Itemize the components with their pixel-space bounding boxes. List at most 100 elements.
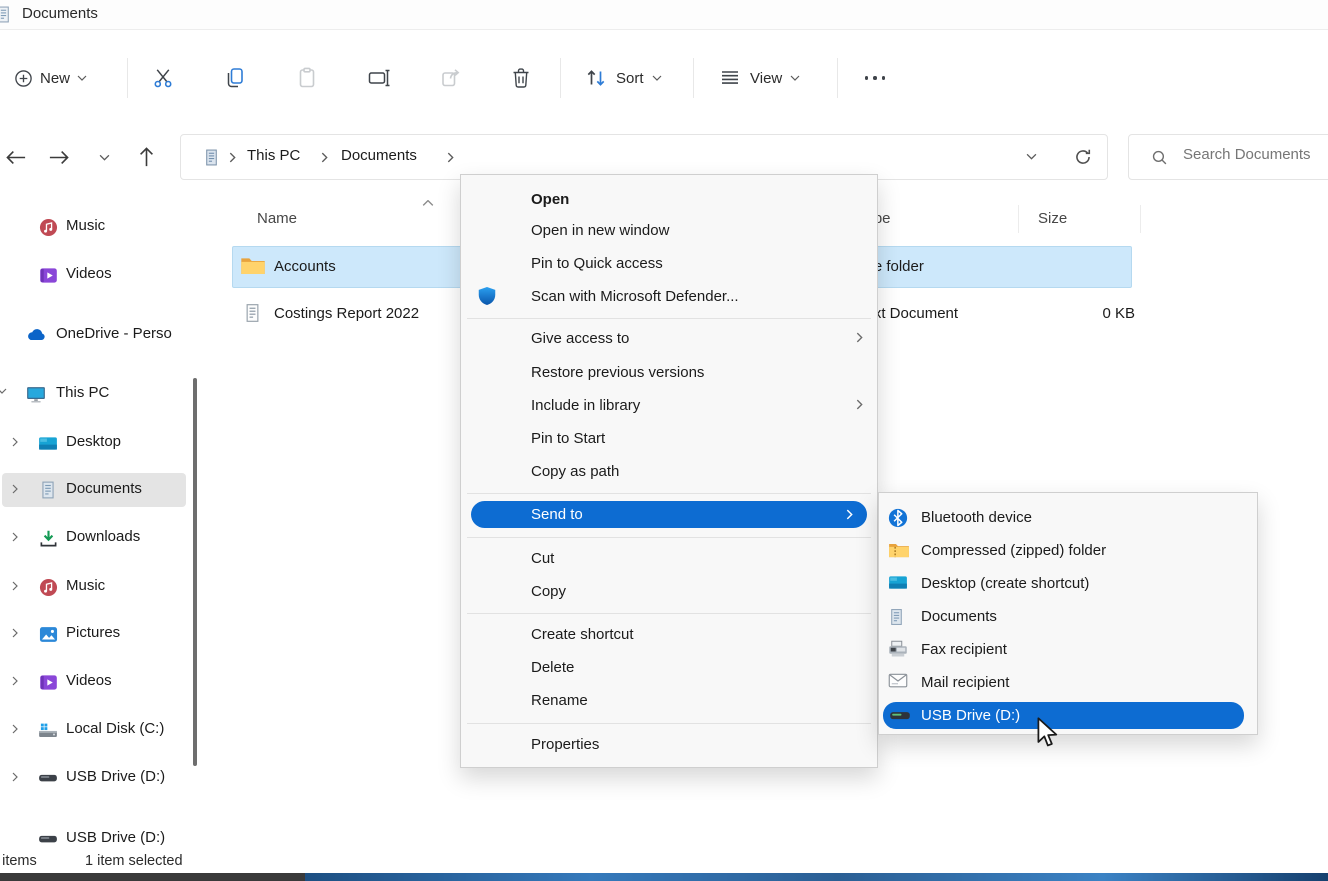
- menu-item-open[interactable]: Open: [461, 183, 877, 215]
- menu-item-label: Create shortcut: [531, 626, 634, 643]
- column-header-name[interactable]: Name: [257, 210, 297, 227]
- sidebar-item-pictures[interactable]: Pictures: [0, 617, 192, 651]
- menu-item-properties[interactable]: Properties: [461, 728, 877, 760]
- sort-button-label: Sort: [616, 70, 644, 87]
- sidebar-scrollbar[interactable]: [193, 378, 197, 766]
- onedrive-cloud-icon: [26, 325, 46, 345]
- sort-ascending-caret-icon[interactable]: [422, 200, 434, 206]
- cut-button[interactable]: [145, 60, 181, 96]
- menu-item-include-in-library[interactable]: Include in library: [461, 389, 877, 421]
- sidebar-item-music[interactable]: Music: [0, 570, 192, 604]
- forward-button[interactable]: [45, 143, 73, 171]
- submenu-item-compressed-folder[interactable]: Compressed (zipped) folder: [879, 534, 1257, 566]
- chevron-right-icon[interactable]: [12, 437, 18, 447]
- submenu-item-mail-recipient[interactable]: Mail recipient: [879, 666, 1257, 698]
- refresh-icon[interactable]: [1074, 148, 1092, 166]
- chevron-right-icon[interactable]: [447, 152, 454, 163]
- menu-separator: [467, 613, 871, 614]
- menu-item-pin-to-start[interactable]: Pin to Start: [461, 422, 877, 454]
- view-button[interactable]: View: [714, 60, 804, 96]
- copy-button[interactable]: [217, 60, 253, 96]
- breadcrumb-this-pc[interactable]: This PC: [247, 147, 300, 164]
- chevron-down-icon[interactable]: [0, 388, 7, 394]
- address-dropdown-chevron-icon[interactable]: [1026, 153, 1037, 160]
- menu-item-pin-to-quick-access[interactable]: Pin to Quick access: [461, 247, 877, 279]
- chevron-right-icon[interactable]: [12, 724, 18, 734]
- chevron-right-icon[interactable]: [12, 676, 18, 686]
- rename-button[interactable]: [361, 60, 397, 96]
- submenu-item-usb-drive-d[interactable]: USB Drive (D:): [883, 702, 1244, 729]
- chevron-right-icon[interactable]: [12, 581, 18, 591]
- up-button[interactable]: [132, 143, 160, 171]
- sidebar-item-label: Videos: [66, 672, 112, 689]
- chevron-right-icon[interactable]: [12, 532, 18, 542]
- sidebar-item-this-pc[interactable]: This PC: [0, 377, 192, 411]
- paste-button[interactable]: [289, 60, 325, 96]
- recent-locations-button[interactable]: [90, 143, 118, 171]
- new-button-label: New: [40, 70, 70, 87]
- text-document-icon: [243, 302, 262, 324]
- search-input[interactable]: [1181, 145, 1328, 164]
- chevron-right-icon[interactable]: [12, 484, 18, 494]
- menu-item-label: Give access to: [531, 330, 629, 347]
- column-divider[interactable]: [1018, 205, 1019, 233]
- sidebar-item-music-pinned[interactable]: Music: [0, 210, 192, 244]
- desktop-icon: [888, 574, 908, 594]
- sidebar-item-documents[interactable]: Documents: [0, 473, 192, 507]
- submenu-item-documents[interactable]: Documents: [879, 600, 1257, 632]
- menu-item-rename[interactable]: Rename: [461, 684, 877, 716]
- menu-item-cut[interactable]: Cut: [461, 542, 877, 574]
- menu-item-copy-as-path[interactable]: Copy as path: [461, 455, 877, 487]
- usb-drive-icon: [889, 706, 909, 726]
- column-divider[interactable]: [1140, 205, 1141, 233]
- menu-item-create-shortcut[interactable]: Create shortcut: [461, 618, 877, 650]
- tab-title[interactable]: Documents: [22, 5, 98, 22]
- menu-item-give-access-to[interactable]: Give access to: [461, 322, 877, 354]
- submenu-item-fax-recipient[interactable]: Fax recipient: [879, 633, 1257, 665]
- sidebar-item-usb-drive-d[interactable]: USB Drive (D:): [0, 761, 192, 795]
- sidebar-item-local-disk-c[interactable]: Local Disk (C:): [0, 713, 192, 747]
- sidebar-item-desktop[interactable]: Desktop: [0, 426, 192, 460]
- trash-icon: [509, 66, 533, 90]
- share-icon: [439, 66, 463, 90]
- chevron-right-icon[interactable]: [12, 628, 18, 638]
- sidebar-item-downloads[interactable]: Downloads: [0, 521, 192, 555]
- menu-item-label: Open: [531, 191, 569, 208]
- music-icon: [38, 577, 58, 597]
- sidebar-item-videos[interactable]: Videos: [0, 665, 192, 699]
- menu-item-label: Desktop (create shortcut): [921, 575, 1089, 592]
- menu-item-copy[interactable]: Copy: [461, 575, 877, 607]
- new-button[interactable]: New: [8, 60, 93, 96]
- delete-button[interactable]: [503, 60, 539, 96]
- share-button[interactable]: [433, 60, 469, 96]
- menu-item-open-in-new-window[interactable]: Open in new window: [461, 214, 877, 246]
- chevron-right-icon[interactable]: [229, 152, 236, 163]
- submenu-item-bluetooth-device[interactable]: Bluetooth device: [879, 501, 1257, 533]
- chevron-right-icon[interactable]: [321, 152, 328, 163]
- menu-item-send-to[interactable]: Send to: [471, 501, 867, 528]
- menu-item-restore-previous-versions[interactable]: Restore previous versions: [461, 356, 877, 388]
- sidebar-item-onedrive[interactable]: OneDrive - Perso: [0, 318, 192, 352]
- menu-item-label: Rename: [531, 692, 588, 709]
- menu-item-label: Fax recipient: [921, 641, 1007, 658]
- menu-item-delete[interactable]: Delete: [461, 651, 877, 683]
- breadcrumb-documents[interactable]: Documents: [341, 147, 417, 164]
- chevron-right-icon[interactable]: [12, 772, 18, 782]
- music-icon: [38, 217, 58, 237]
- column-header-size[interactable]: Size: [1038, 210, 1067, 227]
- menu-item-label: Copy as path: [531, 463, 619, 480]
- search-box[interactable]: [1128, 134, 1328, 180]
- menu-item-label: Pin to Start: [531, 430, 605, 447]
- file-row-name[interactable]: Accounts: [274, 258, 336, 275]
- more-options-button[interactable]: [855, 60, 895, 96]
- ellipsis-icon: [865, 76, 869, 80]
- menu-item-scan-with-defender[interactable]: Scan with Microsoft Defender...: [461, 280, 877, 312]
- view-button-label: View: [750, 70, 782, 87]
- submenu-item-desktop-shortcut[interactable]: Desktop (create shortcut): [879, 567, 1257, 599]
- file-row-name[interactable]: Costings Report 2022: [274, 305, 419, 322]
- sidebar-item-videos-pinned[interactable]: Videos: [0, 258, 192, 292]
- menu-item-label: Bluetooth device: [921, 509, 1032, 526]
- back-button[interactable]: [2, 143, 30, 171]
- sort-button[interactable]: Sort: [580, 60, 666, 96]
- downloads-icon: [38, 528, 58, 548]
